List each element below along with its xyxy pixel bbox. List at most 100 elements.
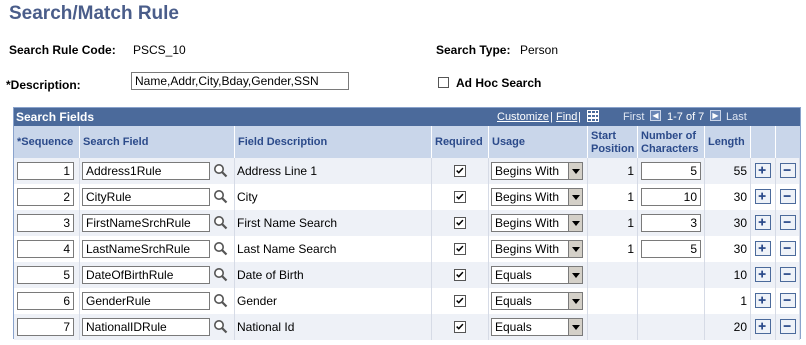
table-row: 5 DateOfBirthRule Date of Birth Equals 10: [14, 262, 800, 288]
sequence-input[interactable]: 2: [17, 188, 74, 206]
sequence-input[interactable]: 6: [17, 292, 74, 310]
usage-select[interactable]: Equals: [491, 318, 583, 336]
customize-link[interactable]: Customize: [497, 111, 549, 123]
chevron-down-icon[interactable]: [568, 189, 582, 205]
checkmark-icon: [456, 219, 464, 226]
search-field-input[interactable]: NationalIDRule: [82, 318, 210, 336]
add-row-button[interactable]: [755, 267, 771, 282]
magnifier-icon[interactable]: [213, 319, 228, 334]
search-field-input[interactable]: LastNameSrchRule: [82, 240, 210, 258]
magnifier-icon[interactable]: [213, 163, 228, 178]
required-checkbox[interactable]: [454, 243, 466, 255]
header-required[interactable]: Required: [432, 126, 489, 158]
add-row-button[interactable]: [755, 189, 771, 204]
search-field-input[interactable]: FirstNameSrchRule: [82, 214, 210, 232]
required-checkbox[interactable]: [454, 191, 466, 203]
checkmark-icon: [456, 323, 464, 330]
adhoc-search-checkbox[interactable]: [438, 77, 449, 88]
plus-icon: [758, 296, 766, 304]
grid-cell: [588, 314, 638, 340]
search-field-input[interactable]: DateOfBirthRule: [82, 266, 210, 284]
magnifier-icon[interactable]: [213, 267, 228, 282]
start-position-value: 1: [627, 190, 634, 204]
header-start-position[interactable]: Start Position: [588, 126, 638, 158]
sequence-input[interactable]: 7: [17, 318, 74, 336]
delete-row-button[interactable]: [780, 241, 796, 256]
header-number-of-characters[interactable]: Number of Characters: [638, 126, 705, 158]
delete-row-button[interactable]: [780, 215, 796, 230]
header-length[interactable]: Length: [705, 126, 751, 158]
chevron-down-icon[interactable]: [568, 241, 582, 257]
sequence-input[interactable]: 5: [17, 266, 74, 284]
nav-separator: |: [578, 111, 581, 123]
checkmark-icon: [456, 271, 464, 278]
chevron-down-icon[interactable]: [568, 267, 582, 283]
required-checkbox[interactable]: [454, 165, 466, 177]
description-input[interactable]: Name,Addr,City,Bday,Gender,SSN: [131, 72, 349, 90]
usage-select[interactable]: Begins With: [491, 240, 583, 258]
length-value: 30: [733, 216, 747, 230]
arrow-left-icon[interactable]: ◀: [650, 110, 661, 121]
length-value: 30: [733, 190, 747, 204]
checkmark-icon: [456, 167, 464, 174]
usage-select[interactable]: Equals: [491, 292, 583, 310]
sequence-input[interactable]: 1: [17, 162, 74, 180]
search-field-input[interactable]: CityRule: [82, 188, 210, 206]
start-position-value: 1: [627, 242, 634, 256]
search-field-input[interactable]: GenderRule: [82, 292, 210, 310]
arrow-right-icon[interactable]: ▶: [710, 110, 721, 121]
plus-icon: [758, 218, 766, 226]
required-checkbox[interactable]: [454, 295, 466, 307]
number-of-characters-input[interactable]: 5: [641, 162, 701, 180]
usage-select[interactable]: Begins With: [491, 188, 583, 206]
first-link[interactable]: First: [623, 111, 644, 123]
add-row-button[interactable]: [755, 293, 771, 308]
header-field-description[interactable]: Field Description: [235, 126, 432, 158]
table-row: 1 Address1Rule Address Line 1 Begins With 1 5…: [14, 158, 800, 184]
usage-selected-value: Equals: [495, 294, 532, 308]
add-row-button[interactable]: [755, 215, 771, 230]
usage-select[interactable]: Begins With: [491, 162, 583, 180]
add-row-button[interactable]: [755, 319, 771, 334]
magnifier-icon[interactable]: [213, 293, 228, 308]
table-row: 4 LastNameSrchRule Last Name Search Begins …: [14, 236, 800, 262]
last-link[interactable]: Last: [726, 111, 747, 123]
checkmark-icon: [456, 193, 464, 200]
required-checkbox[interactable]: [454, 269, 466, 281]
header-sequence[interactable]: *Sequence: [14, 126, 80, 158]
required-checkbox[interactable]: [454, 217, 466, 229]
usage-select[interactable]: Equals: [491, 266, 583, 284]
magnifier-icon[interactable]: [213, 215, 228, 230]
add-row-button[interactable]: [755, 241, 771, 256]
usage-select[interactable]: Begins With: [491, 214, 583, 232]
header-search-field[interactable]: Search Field: [80, 126, 235, 158]
number-of-characters-input[interactable]: 5: [641, 240, 701, 258]
usage-selected-value: Begins With: [495, 190, 560, 204]
number-of-characters-input[interactable]: 3: [641, 214, 701, 232]
delete-row-button[interactable]: [780, 293, 796, 308]
search-field-input[interactable]: Address1Rule: [82, 162, 210, 180]
chevron-down-icon[interactable]: [568, 319, 582, 335]
chevron-down-icon[interactable]: [568, 215, 582, 231]
find-link[interactable]: Find: [556, 111, 577, 123]
start-position-value: 1: [627, 164, 634, 178]
number-of-characters-input[interactable]: 10: [641, 188, 701, 206]
required-checkbox[interactable]: [454, 321, 466, 333]
field-description: Date of Birth: [237, 268, 304, 282]
delete-row-button[interactable]: [780, 189, 796, 204]
chevron-down-icon[interactable]: [568, 163, 582, 179]
sequence-input[interactable]: 3: [17, 214, 74, 232]
delete-row-button[interactable]: [780, 267, 796, 282]
sequence-input[interactable]: 4: [17, 240, 74, 258]
grid-icon[interactable]: [587, 110, 599, 122]
header-usage[interactable]: Usage: [489, 126, 588, 158]
magnifier-icon[interactable]: [213, 241, 228, 256]
chevron-down-icon[interactable]: [568, 293, 582, 309]
search-type-value: Person: [520, 43, 559, 57]
delete-row-button[interactable]: [780, 163, 796, 178]
search-rule-code-label: Search Rule Code:: [9, 43, 116, 57]
delete-row-button[interactable]: [780, 319, 796, 334]
add-row-button[interactable]: [755, 163, 771, 178]
usage-selected-value: Equals: [495, 320, 532, 334]
magnifier-icon[interactable]: [213, 189, 228, 204]
